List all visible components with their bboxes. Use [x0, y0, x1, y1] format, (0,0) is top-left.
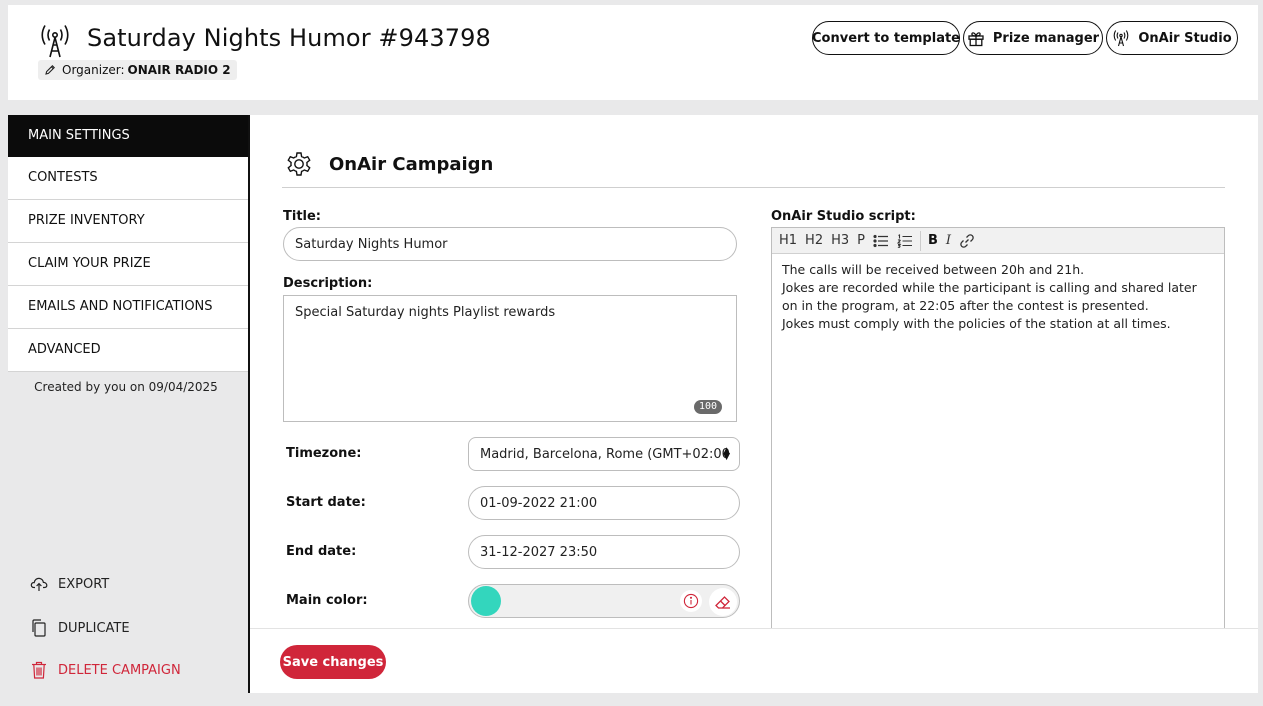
info-icon: [683, 593, 699, 609]
prize-manager-label: Prize manager: [992, 30, 1100, 46]
sidebar-item-contests[interactable]: CONTESTS: [8, 157, 248, 200]
end-date-value: 31-12-2027 23:50: [480, 544, 598, 560]
character-counter: 100: [693, 400, 722, 414]
copy-icon: [32, 619, 46, 637]
editor-toolbar: H1 H2 H3 P B I: [772, 228, 1224, 254]
end-date-input[interactable]: 31-12-2027 23:50: [468, 535, 740, 569]
select-arrows-icon: ▲ ▼: [723, 446, 730, 462]
duplicate-label: DUPLICATE: [58, 620, 130, 636]
link-icon: [960, 233, 974, 248]
heading-2-button[interactable]: H2: [805, 232, 823, 250]
gift-icon: [968, 32, 984, 47]
page-header: Saturday Nights Humor #943798 Organizer:…: [8, 5, 1258, 100]
created-info: Created by you on 09/04/2025: [34, 380, 218, 394]
paragraph-button[interactable]: P: [857, 232, 865, 250]
script-content[interactable]: The calls will be received between 20h a…: [772, 254, 1224, 340]
timezone-value: Madrid, Barcelona, Rome (GMT+02:00: [480, 446, 730, 462]
clear-color-button[interactable]: [709, 588, 737, 616]
italic-button[interactable]: I: [946, 232, 951, 250]
sidebar-item-emails-and-notifications[interactable]: EMAILS AND NOTIFICATIONS: [8, 286, 248, 329]
description-label: Description:: [283, 276, 373, 291]
start-date-label: Start date:: [286, 495, 366, 510]
start-date-input[interactable]: 01-09-2022 21:00: [468, 486, 740, 520]
organizer-label: Organizer:: [62, 63, 125, 77]
info-button[interactable]: [680, 590, 702, 612]
organizer-name: ONAIR RADIO 2: [127, 63, 231, 77]
antenna-small-icon: [1113, 30, 1129, 47]
convert-to-template-button[interactable]: Convert to template: [812, 21, 960, 55]
organizer-badge: Organizer: ONAIR RADIO 2: [38, 60, 237, 80]
eraser-icon: [715, 596, 730, 609]
numbered-list-icon: [896, 233, 912, 248]
bullet-list-button[interactable]: [873, 232, 889, 250]
export-label: EXPORT: [58, 576, 110, 592]
main-color-picker[interactable]: [468, 584, 740, 618]
antenna-icon: [41, 25, 69, 58]
timezone-select[interactable]: Madrid, Barcelona, Rome (GMT+02:00 ▲ ▼: [468, 437, 740, 471]
delete-campaign-action[interactable]: DELETE CAMPAIGN: [30, 660, 181, 680]
duplicate-action[interactable]: DUPLICATE: [30, 618, 130, 638]
sidebar-item-prize-inventory[interactable]: PRIZE INVENTORY: [8, 200, 248, 243]
section-title: OnAir Campaign: [329, 153, 494, 175]
sidebar-item-advanced[interactable]: ADVANCED: [8, 329, 248, 372]
onair-studio-label: OnAir Studio: [1138, 30, 1232, 46]
pencil-icon: [45, 65, 55, 75]
convert-to-template-label: Convert to template: [812, 30, 960, 46]
export-action[interactable]: EXPORT: [30, 576, 109, 592]
numbered-list-button[interactable]: [896, 232, 913, 250]
main-color-label: Main color:: [286, 593, 368, 608]
footer-bar: Save changes: [250, 628, 1258, 693]
script-line: The calls will be received between 20h a…: [782, 262, 1085, 277]
start-date-value: 01-09-2022 21:00: [480, 495, 598, 511]
save-changes-button[interactable]: Save changes: [280, 645, 386, 679]
trash-icon: [32, 661, 46, 679]
bold-button[interactable]: B: [928, 232, 938, 250]
page-title: Saturday Nights Humor #943798: [87, 24, 491, 52]
script-line: Jokes are recorded while the participant…: [782, 280, 1197, 313]
link-button[interactable]: [959, 232, 975, 250]
cloud-upload-icon: [30, 577, 48, 591]
title-label: Title:: [283, 209, 322, 224]
gear-icon: [287, 152, 311, 176]
main-panel: OnAir Campaign Title: Saturday Nights Hu…: [250, 115, 1258, 693]
description-value: Special Saturday nights Playlist rewards: [295, 305, 556, 320]
section-divider: [282, 187, 1225, 188]
bullet-list-icon: [873, 234, 888, 247]
heading-1-button[interactable]: H1: [779, 232, 797, 250]
toolbar-separator: [919, 230, 921, 251]
script-editor[interactable]: H1 H2 H3 P B I The calls will be receive…: [771, 227, 1225, 647]
sidebar-item-claim-your-prize[interactable]: CLAIM YOUR PRIZE: [8, 243, 248, 286]
title-value: Saturday Nights Humor: [295, 236, 448, 252]
timezone-label: Timezone:: [286, 446, 362, 461]
end-date-label: End date:: [286, 544, 357, 559]
script-label: OnAir Studio script:: [771, 209, 916, 224]
delete-campaign-label: DELETE CAMPAIGN: [58, 662, 181, 678]
sidebar-item-main-settings[interactable]: MAIN SETTINGS: [8, 115, 248, 157]
sidebar: MAIN SETTINGS CONTESTS PRIZE INVENTORY C…: [8, 115, 250, 693]
color-swatch[interactable]: [471, 586, 501, 616]
section-header: OnAir Campaign: [283, 148, 493, 180]
heading-3-button[interactable]: H3: [831, 232, 849, 250]
script-line: Jokes must comply with the policies of t…: [782, 316, 1171, 331]
title-input[interactable]: Saturday Nights Humor: [283, 227, 737, 261]
onair-studio-button[interactable]: OnAir Studio: [1106, 21, 1238, 55]
prize-manager-button[interactable]: Prize manager: [963, 21, 1103, 55]
description-textarea[interactable]: Special Saturday nights Playlist rewards…: [283, 295, 737, 422]
